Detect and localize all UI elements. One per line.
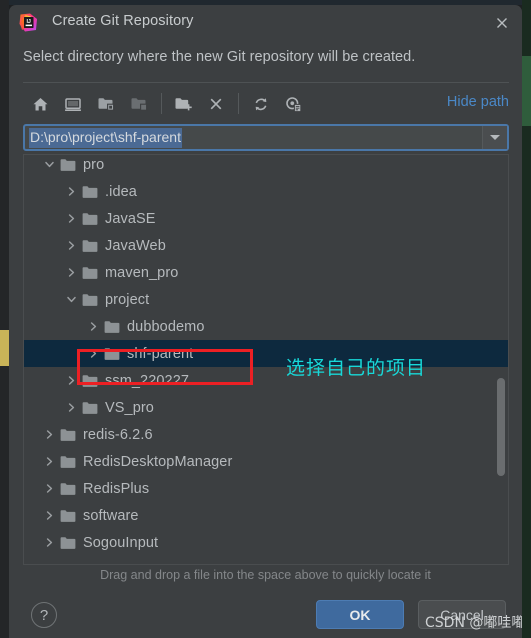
tree-row[interactable]: redis-6.2.6 bbox=[24, 421, 508, 448]
svg-text:IJ: IJ bbox=[26, 19, 31, 25]
tree-row[interactable]: pro bbox=[24, 155, 508, 178]
path-combobox[interactable]: D:\pro\project\shf-parent bbox=[23, 124, 509, 151]
tree-item-label: JavaWeb bbox=[105, 237, 166, 254]
tree-row[interactable]: software bbox=[24, 502, 508, 529]
help-button[interactable]: ? bbox=[31, 602, 57, 628]
folder-icon bbox=[60, 536, 76, 550]
path-input[interactable]: D:\pro\project\shf-parent bbox=[25, 126, 482, 149]
tree-item-label: RedisPlus bbox=[83, 480, 150, 497]
tree-item-label: VS_pro bbox=[105, 399, 154, 416]
tree-item-label: redis-6.2.6 bbox=[83, 426, 153, 443]
tree-row-selected[interactable]: shf-parent bbox=[24, 340, 508, 367]
tree-row[interactable]: JavaSE bbox=[24, 205, 508, 232]
tree-row[interactable]: JavaWeb bbox=[24, 232, 508, 259]
project-folder-icon[interactable] bbox=[94, 92, 118, 116]
chevron-down-icon[interactable] bbox=[65, 293, 78, 306]
tree-row[interactable]: project bbox=[24, 286, 508, 313]
tree-item-label: pro bbox=[83, 156, 105, 173]
folder-icon bbox=[60, 509, 76, 523]
directory-tree-panel[interactable]: pro .idea JavaSE JavaWeb maven_proproject dub… bbox=[23, 154, 509, 565]
file-chooser-toolbar: Hide path bbox=[23, 88, 509, 120]
chevron-right-icon[interactable] bbox=[65, 401, 78, 414]
tree-item-label: dubbodemo bbox=[127, 318, 205, 335]
drag-drop-hint: Drag and drop a file into the space abov… bbox=[100, 568, 431, 582]
chevron-right-icon[interactable] bbox=[43, 536, 56, 549]
cancel-button[interactable]: Cancel bbox=[418, 600, 506, 629]
chevron-right-icon[interactable] bbox=[43, 482, 56, 495]
tree-item-label: project bbox=[105, 291, 150, 308]
home-icon[interactable] bbox=[28, 92, 52, 116]
chevron-right-icon[interactable] bbox=[87, 320, 100, 333]
backdrop-accent-green bbox=[522, 56, 531, 126]
chevron-right-icon[interactable] bbox=[65, 239, 78, 252]
tree-row[interactable]: VS_pro bbox=[24, 394, 508, 421]
hide-path-link[interactable]: Hide path bbox=[447, 94, 509, 110]
chevron-right-icon[interactable] bbox=[43, 509, 56, 522]
dialog-title: Create Git Repository bbox=[52, 13, 194, 29]
chevron-right-icon[interactable] bbox=[65, 212, 78, 225]
refresh-icon[interactable] bbox=[249, 92, 273, 116]
close-icon[interactable] bbox=[491, 12, 513, 34]
toolbar-divider-1 bbox=[161, 93, 162, 114]
chevron-right-icon[interactable] bbox=[43, 455, 56, 468]
tree-row[interactable]: ssm_220227 bbox=[24, 367, 508, 394]
path-input-value: D:\pro\project\shf-parent bbox=[29, 127, 182, 148]
tree-row[interactable]: maven_pro bbox=[24, 259, 508, 286]
folder-icon bbox=[60, 158, 76, 172]
tree-item-label: ssm_220227 bbox=[105, 372, 190, 389]
desktop-backdrop: IJ Create Git Repository Select director… bbox=[0, 0, 531, 638]
tree-item-label: maven_pro bbox=[105, 264, 179, 281]
show-hidden-files-icon[interactable] bbox=[282, 92, 306, 116]
tree-row[interactable]: SogouInput bbox=[24, 529, 508, 556]
tree-row[interactable]: RedisPlus bbox=[24, 475, 508, 502]
toolbar-divider-2 bbox=[238, 93, 239, 114]
chevron-right-icon[interactable] bbox=[65, 266, 78, 279]
folder-icon bbox=[60, 455, 76, 469]
tree-item-label: shf-parent bbox=[127, 345, 194, 362]
tree-item-label: SogouInput bbox=[83, 534, 159, 551]
folder-icon bbox=[104, 347, 120, 361]
module-folder-icon[interactable] bbox=[127, 92, 151, 116]
folder-icon bbox=[82, 239, 98, 253]
folder-icon bbox=[82, 185, 98, 199]
toolbar-separator-line bbox=[23, 82, 509, 83]
dialog-subtitle: Select directory where the new Git repos… bbox=[23, 49, 416, 65]
create-git-repository-dialog: IJ Create Git Repository Select director… bbox=[9, 5, 522, 638]
folder-icon bbox=[82, 374, 98, 388]
folder-icon bbox=[82, 266, 98, 280]
chevron-right-icon[interactable] bbox=[87, 347, 100, 360]
chevron-down-icon bbox=[490, 135, 500, 140]
folder-icon bbox=[60, 428, 76, 442]
folder-icon bbox=[82, 293, 98, 307]
tree-item-label: RedisDesktopManager bbox=[83, 453, 233, 470]
tree-row[interactable]: RedisDesktopManager bbox=[24, 448, 508, 475]
chevron-right-icon[interactable] bbox=[43, 428, 56, 441]
intellij-idea-logo: IJ bbox=[19, 13, 38, 32]
folder-icon bbox=[82, 401, 98, 415]
vertical-scrollbar[interactable] bbox=[497, 156, 507, 563]
ok-button[interactable]: OK bbox=[316, 600, 404, 629]
backdrop-left bbox=[0, 0, 9, 638]
folder-icon bbox=[82, 212, 98, 226]
dialog-titlebar: IJ Create Git Repository bbox=[9, 5, 522, 40]
desktop-icon[interactable] bbox=[61, 92, 85, 116]
tree-item-label: JavaSE bbox=[105, 210, 156, 227]
tree-item-label: .idea bbox=[105, 183, 137, 200]
tree-item-label: software bbox=[83, 507, 139, 524]
chevron-down-icon[interactable] bbox=[43, 158, 56, 171]
new-folder-icon[interactable] bbox=[171, 92, 195, 116]
tree-row[interactable]: .idea bbox=[24, 178, 508, 205]
path-dropdown-button[interactable] bbox=[482, 126, 507, 149]
chevron-right-icon[interactable] bbox=[65, 374, 78, 387]
delete-icon[interactable] bbox=[204, 92, 228, 116]
scrollbar-thumb[interactable] bbox=[497, 378, 505, 476]
tree-row[interactable]: dubbodemo bbox=[24, 313, 508, 340]
directory-tree-list: pro .idea JavaSE JavaWeb maven_proproject dub… bbox=[24, 155, 508, 556]
folder-icon bbox=[104, 320, 120, 334]
folder-icon bbox=[60, 482, 76, 496]
backdrop-accent-yellow bbox=[0, 330, 9, 366]
chevron-right-icon[interactable] bbox=[65, 185, 78, 198]
